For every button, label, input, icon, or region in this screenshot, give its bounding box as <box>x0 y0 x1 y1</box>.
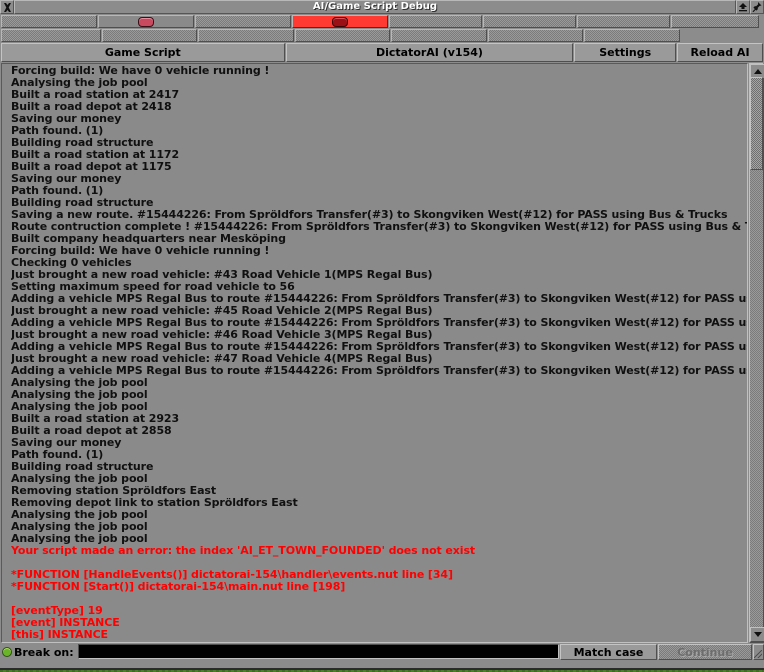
continue-button[interactable]: Continue <box>658 644 752 660</box>
window-resize-handle[interactable] <box>753 644 764 660</box>
company-row-filler <box>681 29 761 42</box>
log-line: Adding a vehicle MPS Regal Bus to route … <box>11 317 747 329</box>
bottom-bar: Break on: Match case Continue <box>1 644 764 661</box>
log-line: Just brought a new road vehicle: #46 Roa… <box>11 329 433 341</box>
company-button-4[interactable] <box>292 15 388 28</box>
company-button-14[interactable] <box>488 29 583 42</box>
log-vertical-scrollbar[interactable] <box>749 63 764 643</box>
company-color-dot <box>138 16 154 27</box>
log-line: Just brought a new road vehicle: #47 Roa… <box>11 353 433 365</box>
company-button-10[interactable] <box>102 29 197 42</box>
log-line: Forcing build: We have 0 vehicle running… <box>11 65 270 77</box>
log-line: Analysing the job pool <box>11 533 148 545</box>
log-line: Saving our money <box>11 113 122 125</box>
company-color-dot <box>332 16 348 27</box>
log-line: Analysing the job pool <box>11 77 148 89</box>
log-line: Just brought a new road vehicle: #45 Roa… <box>11 305 433 317</box>
reload-ai-button[interactable]: Reload AI <box>677 43 763 62</box>
company-button-7[interactable] <box>577 15 670 28</box>
toolbar: Game Script DictatorAI (v154) Settings R… <box>1 43 764 62</box>
company-button-8[interactable] <box>671 15 759 28</box>
company-button-15[interactable] <box>584 29 680 42</box>
company-button-1[interactable] <box>1 15 97 28</box>
company-button-12[interactable] <box>295 29 390 42</box>
company-button-6[interactable] <box>483 15 576 28</box>
settings-button[interactable]: Settings <box>574 43 677 62</box>
company-selector <box>0 14 764 42</box>
window-title: AI/Game Script Debug <box>14 0 736 14</box>
scrollbar-track[interactable] <box>750 77 763 629</box>
log-line: Just brought a new road vehicle: #43 Roa… <box>11 269 433 281</box>
log-line: Saving our money <box>11 173 122 185</box>
log-line: Path found. (1) <box>11 125 104 137</box>
company-button-13[interactable] <box>391 29 487 42</box>
log-line: Built a road station at 2417 <box>11 89 180 101</box>
log-line: Saving a new route. #15444226: From Sprö… <box>11 209 728 221</box>
scroll-down-icon[interactable] <box>750 627 764 642</box>
log-area: Forcing build: We have 0 vehicle running… <box>1 63 764 643</box>
log-line: Adding a vehicle MPS Regal Bus to route … <box>11 365 747 377</box>
log-line: [this] INSTANCE <box>11 641 747 642</box>
log-line: Checking 0 vehicles <box>11 257 132 269</box>
sticky-pin-icon[interactable] <box>750 0 764 14</box>
log-line: Built company headquarters near Mesköpin… <box>11 233 286 245</box>
log-line: Built a road depot at 2418 <box>11 101 172 113</box>
company-button-9[interactable] <box>1 29 101 42</box>
log-line: Path found. (1) <box>11 449 104 461</box>
log-line: Building road structure <box>11 137 154 149</box>
log-line: *FUNCTION [Start()] dictatorai-154\main.… <box>11 581 346 593</box>
log-line: Route contruction complete ! #15444226: … <box>11 221 747 233</box>
tab-ai-name[interactable]: DictatorAI (v154) <box>285 43 574 62</box>
company-button-2[interactable] <box>98 15 194 28</box>
log-line: *FUNCTION [HandleEvents()] dictatorai-15… <box>11 569 453 581</box>
log-line: Analysing the job pool <box>11 401 148 413</box>
log-line: Adding a vehicle MPS Regal Bus to route … <box>11 293 747 305</box>
company-row-2 <box>1 29 764 42</box>
log-line: Analysing the job pool <box>11 389 148 401</box>
log-line: Building road structure <box>11 461 154 473</box>
log-line: Analysing the job pool <box>11 509 148 521</box>
log-line: [eventType] 19 <box>11 605 103 617</box>
log-line: [event] INSTANCE <box>11 617 120 629</box>
log-line: Saving our money <box>11 437 122 449</box>
log-line: Analysing the job pool <box>11 473 148 485</box>
log-output-panel: Forcing build: We have 0 vehicle running… <box>1 63 748 643</box>
company-button-5[interactable] <box>389 15 482 28</box>
log-line: Removing station Spröldfors East <box>11 485 217 497</box>
log-line: Forcing build: We have 0 vehicle running… <box>11 245 270 257</box>
log-line: Built a road station at 2923 <box>11 413 180 425</box>
scrollbar-thumb[interactable] <box>750 77 763 170</box>
log-line: Built a road station at 1172 <box>11 149 180 161</box>
log-line: Your script made an error: the index 'AI… <box>11 545 476 557</box>
log-line: Analysing the job pool <box>11 521 148 533</box>
title-bar: AI/Game Script Debug <box>0 0 764 14</box>
break-on-label: Break on: <box>14 646 74 659</box>
company-row-1 <box>1 15 764 28</box>
break-on-checkbox[interactable] <box>1 644 13 659</box>
company-button-3[interactable] <box>195 15 291 28</box>
window-bottom-edge <box>0 668 764 670</box>
match-case-button[interactable]: Match case <box>560 644 657 660</box>
shade-icon[interactable] <box>736 0 750 14</box>
log-line: Adding a vehicle MPS Regal Bus to route … <box>11 341 747 353</box>
tab-game-script[interactable]: Game Script <box>1 43 285 62</box>
close-icon[interactable] <box>0 0 14 14</box>
log-line: Built a road depot at 1175 <box>11 161 172 173</box>
ai-game-script-debug-window: AI/Game Script Debug Game Script Dictato… <box>0 0 764 670</box>
log-line: Building road structure <box>11 197 154 209</box>
log-line: Built a road depot at 2858 <box>11 425 172 437</box>
company-button-11[interactable] <box>198 29 294 42</box>
log-line: [this] INSTANCE <box>11 629 108 641</box>
log-line: Analysing the job pool <box>11 377 148 389</box>
log-line: Path found. (1) <box>11 185 104 197</box>
log-line: Setting maximum speed for road vehicle t… <box>11 281 295 293</box>
break-on-input[interactable] <box>77 644 559 659</box>
break-on-led-icon <box>2 646 12 657</box>
log-line: Removing depot link to station Spröldfor… <box>11 497 298 509</box>
